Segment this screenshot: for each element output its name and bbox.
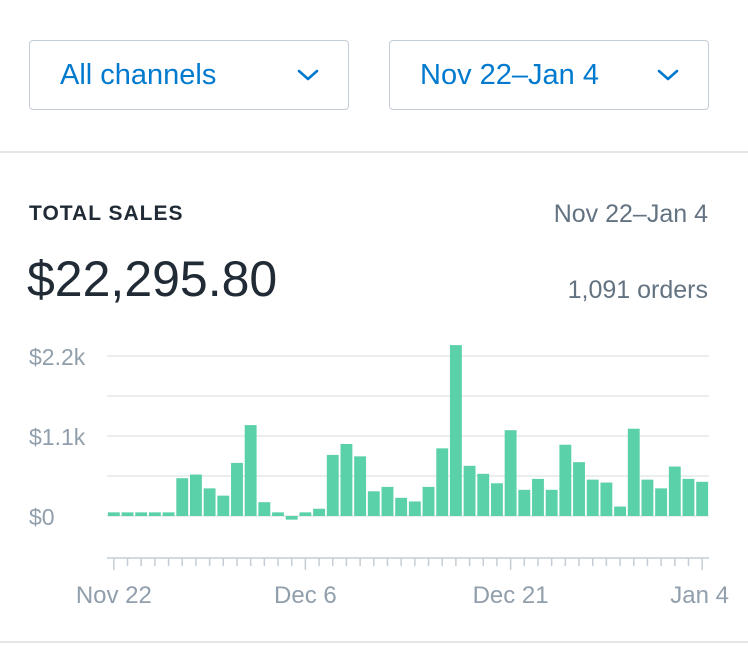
bar <box>176 478 189 516</box>
bar <box>272 512 284 516</box>
card-bottom-divider <box>0 641 748 643</box>
sales-bar-chart: $0 $1.1k $2.2k Nov 22 Dec 6 Dec 21 Jan 4 <box>29 344 729 609</box>
bar <box>477 473 490 516</box>
bar <box>408 501 421 516</box>
bar <box>518 489 531 516</box>
card-date-range: Nov 22–Jan 4 <box>553 200 708 228</box>
date-range-label: Nov 22–Jan 4 <box>420 58 599 91</box>
bar <box>326 454 339 516</box>
bar <box>285 516 298 520</box>
bar <box>258 502 271 516</box>
bar <box>422 486 435 516</box>
y-tick-label: $1.1k <box>29 424 86 450</box>
bar <box>340 444 353 516</box>
bar <box>463 465 476 516</box>
orders-count: 1,091 orders <box>567 276 708 304</box>
bar <box>641 479 654 516</box>
bar <box>436 448 449 516</box>
bar <box>600 482 613 516</box>
x-tick-label: Dec 21 <box>473 582 549 609</box>
bar <box>395 497 408 516</box>
bar <box>148 512 161 516</box>
y-tick-label: $2.2k <box>29 344 86 370</box>
x-tick-label: Jan 4 <box>670 582 729 609</box>
bar <box>354 456 367 516</box>
bar <box>162 512 175 516</box>
x-tick-label: Nov 22 <box>76 582 152 609</box>
bar <box>668 466 681 516</box>
bar <box>121 512 134 516</box>
bar <box>655 488 668 516</box>
bar <box>231 462 243 516</box>
bar <box>490 483 503 516</box>
channel-filter-dropdown[interactable]: All channels <box>29 40 349 110</box>
y-tick-label: $0 <box>29 504 55 530</box>
total-sales-value: $22,295.80 <box>27 251 278 307</box>
chevron-down-icon <box>297 69 319 81</box>
bar <box>696 481 709 516</box>
chevron-down-icon <box>657 69 679 81</box>
channel-filter-label: All channels <box>60 58 217 91</box>
bar <box>203 488 216 516</box>
bar <box>381 486 394 516</box>
bar <box>532 478 544 516</box>
bar <box>627 428 640 516</box>
bar <box>573 462 585 516</box>
bar <box>367 491 380 516</box>
bar <box>504 430 517 516</box>
bar <box>135 512 148 516</box>
date-range-dropdown[interactable]: Nov 22–Jan 4 <box>389 40 709 110</box>
bar <box>107 512 120 516</box>
bar <box>545 489 558 516</box>
card-title: TOTAL SALES <box>29 202 184 225</box>
bar <box>189 474 202 516</box>
bar <box>313 508 326 516</box>
bar <box>682 478 695 516</box>
x-tick-label: Dec 6 <box>274 582 337 609</box>
bar <box>217 495 230 516</box>
bar <box>614 506 627 516</box>
bar <box>244 425 257 516</box>
filter-bar: All channels Nov 22–Jan 4 <box>0 0 748 152</box>
bar <box>449 345 462 516</box>
bar <box>559 444 572 516</box>
bar <box>586 479 599 516</box>
bar <box>299 512 312 516</box>
